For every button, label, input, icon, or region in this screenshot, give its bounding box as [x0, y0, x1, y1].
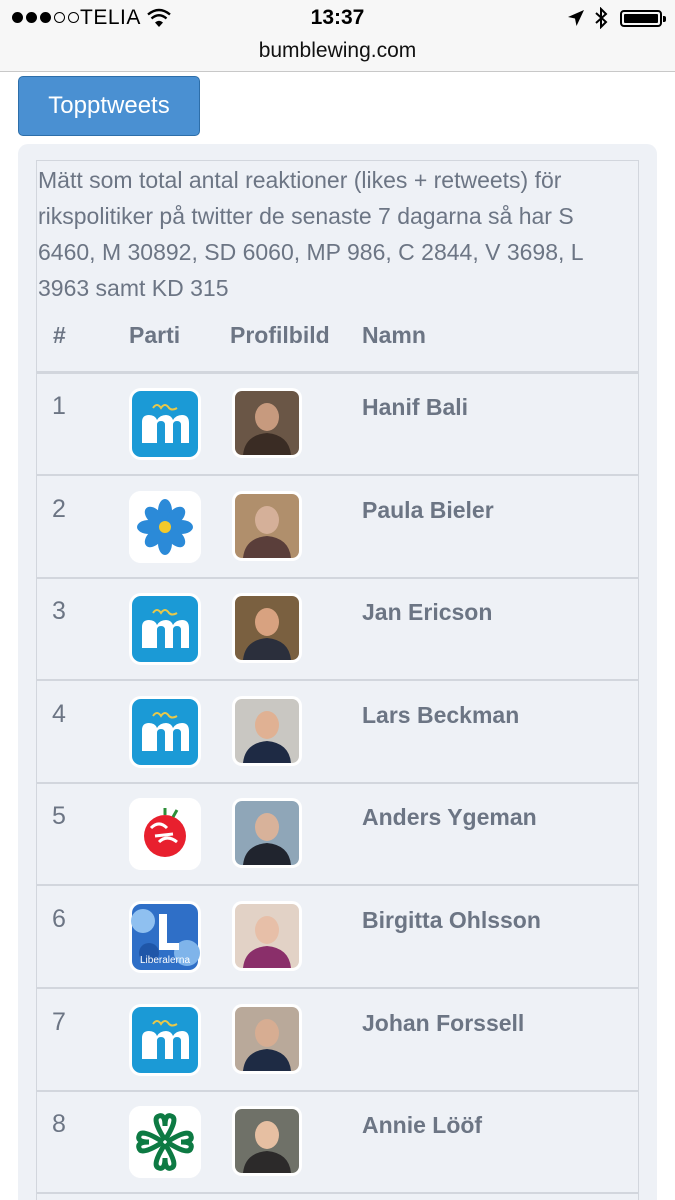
- table-row[interactable]: 4 Lars Beckman: [37, 682, 638, 784]
- rank-number: 7: [52, 1007, 66, 1036]
- profile-photo-icon: [235, 801, 299, 866]
- party-logo: [129, 593, 201, 666]
- rank-number: 2: [52, 494, 66, 523]
- moderaterna-logo-icon: [132, 698, 198, 765]
- location-arrow-icon: [568, 10, 584, 26]
- politician-name[interactable]: Anders Ygeman: [362, 804, 537, 831]
- moderaterna-logo-icon: [132, 596, 198, 663]
- table-row[interactable]: 7 Johan Forssell: [37, 990, 638, 1092]
- svg-text:Liberalerna: Liberalerna: [140, 955, 190, 966]
- rank-number: 1: [52, 392, 66, 420]
- table-row[interactable]: 8 Annie Lööf: [37, 1092, 638, 1195]
- profile-photo[interactable]: [232, 695, 302, 766]
- politician-name[interactable]: Birgitta Ohlsson: [362, 907, 541, 934]
- profile-photo-icon: [235, 1109, 299, 1174]
- moderaterna-logo-icon: [132, 391, 198, 457]
- table-row[interactable]: 3 Jan Ericson: [37, 579, 638, 682]
- party-logo: [129, 388, 201, 460]
- politician-name[interactable]: Johan Forssell: [362, 1010, 524, 1037]
- column-header-photo: Profilbild: [230, 322, 330, 348]
- profile-photo[interactable]: [232, 1106, 302, 1177]
- bluetooth-icon: [595, 7, 608, 29]
- status-bar: TELIA 13:37: [0, 0, 675, 36]
- address-bar[interactable]: bumblewing.com: [0, 36, 675, 72]
- rank-number: 6: [52, 905, 66, 933]
- party-logo: [129, 490, 201, 563]
- socialdemokraterna-logo-icon: [129, 798, 201, 871]
- party-logo: [129, 1106, 201, 1179]
- party-logo: Liberalerna: [129, 901, 201, 973]
- table-row[interactable]: 1 Hanif Bali: [37, 374, 638, 476]
- moderaterna-logo-icon: [132, 1006, 198, 1073]
- profile-photo-icon: [235, 596, 299, 661]
- profile-photo[interactable]: [232, 1003, 302, 1074]
- url-text[interactable]: bumblewing.com: [0, 39, 675, 63]
- party-logo: [129, 798, 201, 871]
- table-row[interactable]: 2 Paula Bieler: [37, 477, 638, 579]
- politician-name[interactable]: Paula Bieler: [362, 497, 494, 524]
- profile-photo-icon: [235, 493, 299, 558]
- profile-photo-icon: [235, 391, 299, 455]
- centerpartiet-logo-icon: [129, 1106, 201, 1179]
- rank-number: 3: [52, 597, 66, 626]
- politician-name[interactable]: Annie Lööf: [362, 1112, 482, 1139]
- profile-photo[interactable]: [232, 798, 302, 869]
- politician-name[interactable]: Lars Beckman: [362, 702, 519, 729]
- rank-number: 8: [52, 1110, 66, 1139]
- topptweets-button[interactable]: Topptweets: [18, 76, 200, 136]
- table-row[interactable]: 6 Liberalerna Birgitta Ohlsson: [37, 887, 638, 989]
- party-logo: [129, 695, 201, 768]
- intro-text: Mätt som total antal reaktioner (likes +…: [38, 167, 583, 301]
- column-header-party: Parti: [129, 322, 181, 348]
- profile-photo[interactable]: [232, 901, 302, 971]
- sverigedemokraterna-logo-icon: [129, 490, 201, 563]
- liberalerna-logo-icon: Liberalerna: [131, 904, 200, 970]
- politician-name[interactable]: Hanif Bali: [362, 394, 468, 421]
- profile-photo-icon: [235, 904, 299, 968]
- profile-photo[interactable]: [232, 490, 302, 561]
- profile-photo[interactable]: [232, 593, 302, 664]
- rank-number: 5: [52, 802, 66, 831]
- table-row[interactable]: 5 Anders Ygeman: [37, 784, 638, 887]
- profile-photo-icon: [235, 698, 299, 763]
- profile-photo-icon: [235, 1006, 299, 1071]
- profile-photo[interactable]: [232, 388, 302, 458]
- party-logo: [129, 1003, 201, 1076]
- battery-icon: [620, 10, 666, 27]
- column-header-rank: #: [53, 322, 66, 348]
- politician-name[interactable]: Jan Ericson: [362, 599, 492, 626]
- column-header-name: Namn: [362, 322, 426, 348]
- rank-number: 4: [52, 699, 66, 728]
